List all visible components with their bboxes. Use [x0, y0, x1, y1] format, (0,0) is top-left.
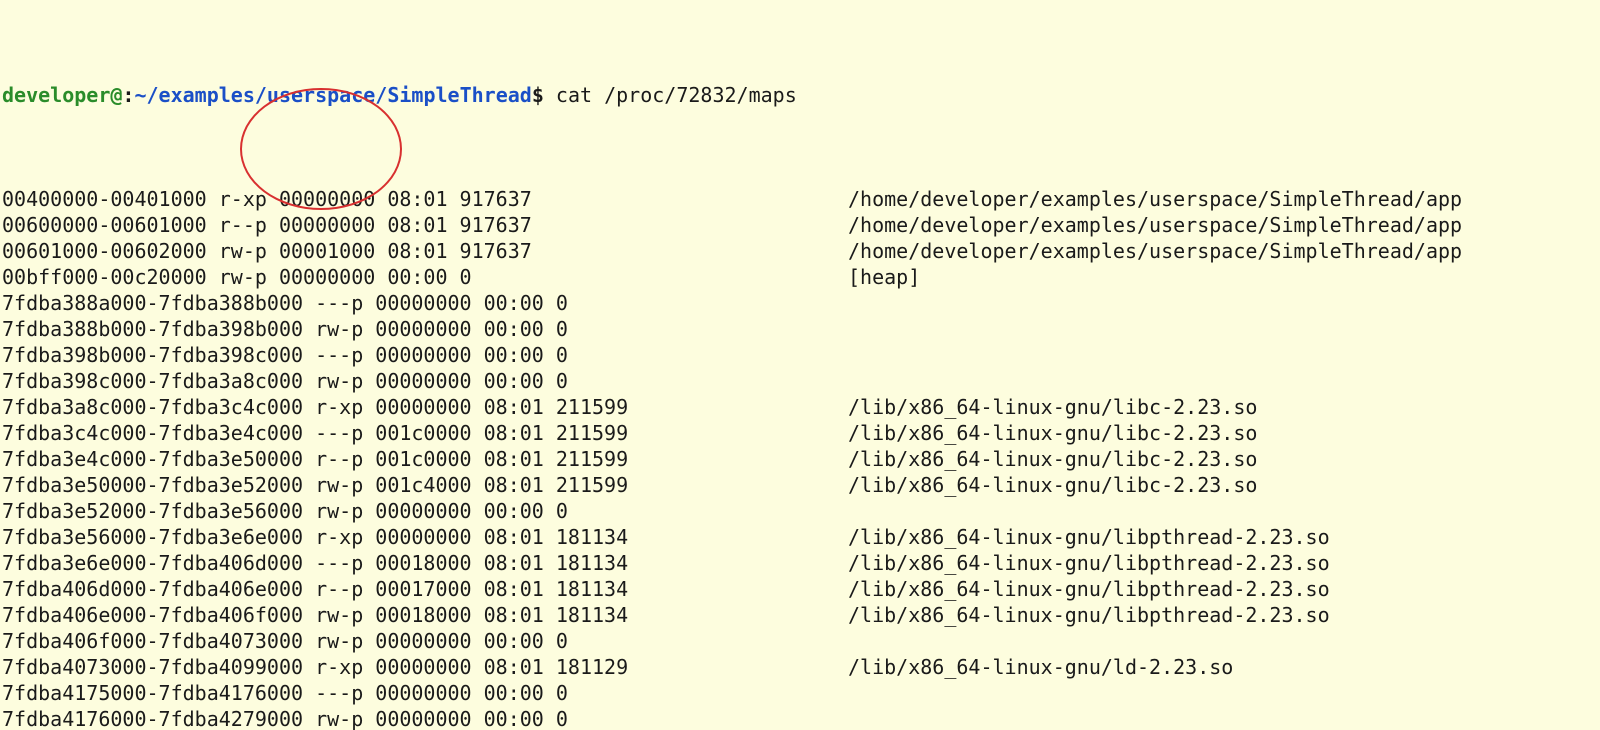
maps-row: 7fdba388b000-7fdba398b000 rw-p 00000000 … [2, 316, 1598, 342]
maps-row: 7fdba3e52000-7fdba3e56000 rw-p 00000000 … [2, 498, 1598, 524]
prompt-user: developer@ [2, 82, 122, 108]
maps-row-path: /lib/x86_64-linux-gnu/libc-2.23.so [848, 420, 1257, 446]
maps-row-left: 00bff000-00c20000 rw-p 00000000 00:00 0 [2, 264, 848, 290]
maps-row: 7fdba406e000-7fdba406f000 rw-p 00018000 … [2, 602, 1598, 628]
maps-row-left: 7fdba398b000-7fdba398c000 ---p 00000000 … [2, 342, 848, 368]
prompt-command: cat /proc/72832/maps [556, 82, 797, 108]
maps-row-left: 7fdba3e50000-7fdba3e52000 rw-p 001c4000 … [2, 472, 848, 498]
maps-row-path: /lib/x86_64-linux-gnu/libc-2.23.so [848, 446, 1257, 472]
maps-row-path: [heap] [848, 264, 920, 290]
maps-row: 7fdba388a000-7fdba388b000 ---p 00000000 … [2, 290, 1598, 316]
maps-row: 7fdba398c000-7fdba3a8c000 rw-p 00000000 … [2, 368, 1598, 394]
maps-row: 00bff000-00c20000 rw-p 00000000 00:00 0[… [2, 264, 1598, 290]
maps-row: 00600000-00601000 r--p 00000000 08:01 91… [2, 212, 1598, 238]
maps-row: 00601000-00602000 rw-p 00001000 08:01 91… [2, 238, 1598, 264]
maps-row-path: /lib/x86_64-linux-gnu/libc-2.23.so [848, 472, 1257, 498]
prompt-dollar: $ [532, 82, 556, 108]
prompt-path: ~/examples/userspace/SimpleThread [134, 82, 531, 108]
maps-row-left: 00600000-00601000 r--p 00000000 08:01 91… [2, 212, 848, 238]
maps-row-path: /lib/x86_64-linux-gnu/libc-2.23.so [848, 394, 1257, 420]
maps-row-left: 7fdba3e56000-7fdba3e6e000 r-xp 00000000 … [2, 524, 848, 550]
maps-rows: 00400000-00401000 r-xp 00000000 08:01 91… [2, 186, 1598, 730]
maps-row-left: 7fdba3e6e000-7fdba406d000 ---p 00018000 … [2, 550, 848, 576]
prompt-colon: : [122, 82, 134, 108]
maps-row-path: /lib/x86_64-linux-gnu/libpthread-2.23.so [848, 602, 1330, 628]
maps-row: 7fdba3e4c000-7fdba3e50000 r--p 001c0000 … [2, 446, 1598, 472]
terminal-output[interactable]: developer@:~/examples/userspace/SimpleTh… [0, 0, 1600, 730]
maps-row-left: 7fdba4175000-7fdba4176000 ---p 00000000 … [2, 680, 848, 706]
maps-row: 7fdba398b000-7fdba398c000 ---p 00000000 … [2, 342, 1598, 368]
maps-row-path: /lib/x86_64-linux-gnu/libpthread-2.23.so [848, 524, 1330, 550]
maps-row-path: /lib/x86_64-linux-gnu/libpthread-2.23.so [848, 576, 1330, 602]
maps-row-left: 7fdba3e4c000-7fdba3e50000 r--p 001c0000 … [2, 446, 848, 472]
maps-row-left: 7fdba3e52000-7fdba3e56000 rw-p 00000000 … [2, 498, 848, 524]
maps-row-path: /home/developer/examples/userspace/Simpl… [848, 186, 1462, 212]
maps-row: 7fdba3c4c000-7fdba3e4c000 ---p 001c0000 … [2, 420, 1598, 446]
maps-row: 7fdba3e50000-7fdba3e52000 rw-p 001c4000 … [2, 472, 1598, 498]
maps-row-path: /home/developer/examples/userspace/Simpl… [848, 238, 1462, 264]
maps-row-left: 7fdba4073000-7fdba4099000 r-xp 00000000 … [2, 654, 848, 680]
maps-row: 7fdba3e56000-7fdba3e6e000 r-xp 00000000 … [2, 524, 1598, 550]
maps-row: 7fdba3a8c000-7fdba3c4c000 r-xp 00000000 … [2, 394, 1598, 420]
maps-row: 7fdba4176000-7fdba4279000 rw-p 00000000 … [2, 706, 1598, 730]
maps-row-left: 7fdba398c000-7fdba3a8c000 rw-p 00000000 … [2, 368, 848, 394]
maps-row-left: 7fdba406f000-7fdba4073000 rw-p 00000000 … [2, 628, 848, 654]
maps-row-path: /lib/x86_64-linux-gnu/ld-2.23.so [848, 654, 1233, 680]
prompt-line: developer@:~/examples/userspace/SimpleTh… [2, 82, 1598, 108]
maps-row-left: 00601000-00602000 rw-p 00001000 08:01 91… [2, 238, 848, 264]
maps-row: 7fdba406d000-7fdba406e000 r--p 00017000 … [2, 576, 1598, 602]
maps-row: 7fdba406f000-7fdba4073000 rw-p 00000000 … [2, 628, 1598, 654]
maps-row-path: /home/developer/examples/userspace/Simpl… [848, 212, 1462, 238]
maps-row: 7fdba3e6e000-7fdba406d000 ---p 00018000 … [2, 550, 1598, 576]
maps-row-left: 7fdba3a8c000-7fdba3c4c000 r-xp 00000000 … [2, 394, 848, 420]
maps-row: 7fdba4073000-7fdba4099000 r-xp 00000000 … [2, 654, 1598, 680]
maps-row-left: 7fdba3c4c000-7fdba3e4c000 ---p 001c0000 … [2, 420, 848, 446]
maps-row-path: /lib/x86_64-linux-gnu/libpthread-2.23.so [848, 550, 1330, 576]
maps-row-left: 7fdba388b000-7fdba398b000 rw-p 00000000 … [2, 316, 848, 342]
maps-row-left: 7fdba406e000-7fdba406f000 rw-p 00018000 … [2, 602, 848, 628]
maps-row-left: 00400000-00401000 r-xp 00000000 08:01 91… [2, 186, 848, 212]
maps-row-left: 7fdba406d000-7fdba406e000 r--p 00017000 … [2, 576, 848, 602]
maps-row: 00400000-00401000 r-xp 00000000 08:01 91… [2, 186, 1598, 212]
maps-row-left: 7fdba4176000-7fdba4279000 rw-p 00000000 … [2, 706, 848, 730]
maps-row-left: 7fdba388a000-7fdba388b000 ---p 00000000 … [2, 290, 848, 316]
maps-row: 7fdba4175000-7fdba4176000 ---p 00000000 … [2, 680, 1598, 706]
